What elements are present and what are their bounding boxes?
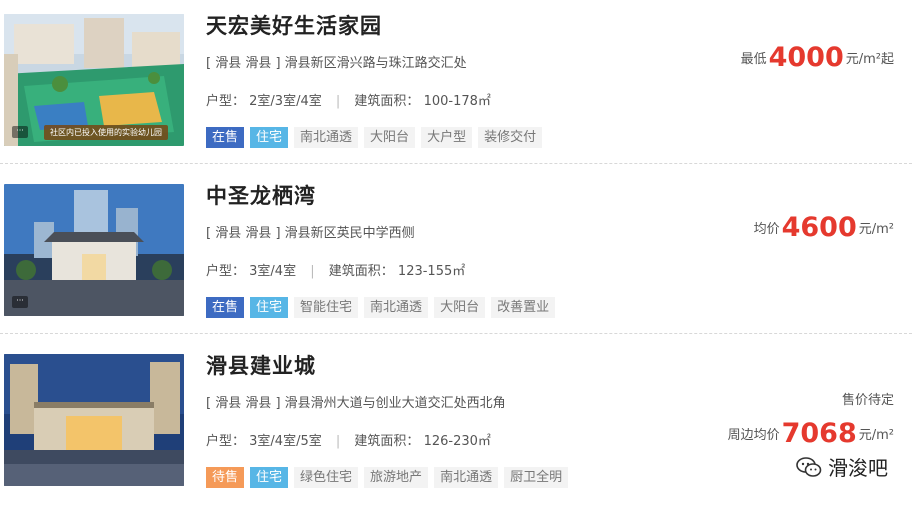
feature-tag: 大阳台: [364, 127, 416, 148]
spec-divider: |: [335, 434, 341, 449]
listing-image[interactable]: [4, 354, 184, 486]
type-badge: 住宅: [250, 467, 289, 488]
comment-icon[interactable]: ···: [12, 296, 28, 308]
price-unit: 元/m²起: [845, 52, 894, 67]
wechat-icon: [796, 456, 822, 478]
rooms-value: 2室/3室/4室: [249, 94, 322, 109]
status-badge: 待售: [206, 467, 245, 488]
listing-address: [ 滑县 滑县 ] 滑县新区英民中学西侧: [206, 226, 415, 241]
price-block: 最低4000 元/m²起: [741, 42, 894, 73]
feature-tag: 大户型: [421, 127, 473, 148]
tag-list: 在售 住宅 智能住宅 南北通透 大阳台 改善置业: [206, 297, 556, 318]
area-value: 100-178㎡: [423, 94, 491, 109]
price-value: 4600: [781, 212, 857, 243]
area-label: 建筑面积：: [328, 264, 394, 279]
feature-tag: 南北通透: [364, 297, 429, 318]
area-value: 123-155㎡: [397, 264, 466, 279]
spec-divider: |: [310, 264, 315, 279]
price-unit: 元/m²: [858, 428, 894, 443]
listing-specs: 户型： 3室/4室/5室 | 建筑面积： 126-230㎡: [206, 430, 491, 449]
rooms-value: 3室/4室/5室: [249, 434, 322, 449]
price-block: 周边均价7068 元/m²: [728, 418, 894, 449]
price-prefix: 最低: [740, 52, 767, 67]
listing-specs: 户型： 2室/3室/4室 | 建筑面积： 100-178㎡: [206, 90, 491, 109]
area-label: 建筑面积：: [354, 434, 420, 449]
listing-title[interactable]: 滑县建业城: [206, 350, 316, 380]
price-block: 均价4600 元/m²: [754, 212, 894, 243]
watermark: 滑浚吧: [796, 452, 888, 481]
feature-tag: 南北通透: [434, 467, 499, 488]
status-badge: 在售: [206, 297, 245, 318]
status-badge: 在售: [206, 127, 245, 148]
price-value: 7068: [781, 418, 857, 449]
price-note: 售价待定: [841, 393, 894, 408]
price-value: 4000: [768, 42, 844, 73]
listing-image[interactable]: ··· 社区内已投入使用的实验幼儿园: [4, 14, 184, 146]
divider: [0, 163, 912, 164]
tag-list: 待售 住宅 绿色住宅 旅游地产 南北通透 厨卫全明: [206, 467, 569, 488]
tag-list: 在售 住宅 南北通透 大阳台 大户型 装修交付: [206, 127, 543, 148]
listing-image[interactable]: ···: [4, 184, 184, 316]
type-badge: 住宅: [250, 297, 289, 318]
rooms-label: 户型：: [206, 94, 246, 109]
rooms-label: 户型：: [206, 434, 246, 449]
feature-tag: 改善置业: [491, 297, 556, 318]
divider: [0, 333, 912, 334]
rooms-label: 户型：: [206, 264, 246, 279]
price-prefix: 均价: [753, 222, 780, 237]
listing-card[interactable]: 滑县建业城 [ 滑县 滑县 ] 滑县滑州大道与创业大道交汇处西北角 户型： 3室…: [0, 340, 912, 510]
feature-tag: 旅游地产: [364, 467, 429, 488]
feature-tag: 装修交付: [478, 127, 543, 148]
listing-title[interactable]: 中圣龙栖湾: [206, 180, 316, 210]
listing-specs: 户型： 3室/4室 | 建筑面积： 123-155㎡: [206, 260, 465, 279]
watermark-text: 滑浚吧: [828, 456, 888, 480]
rooms-value: 3室/4室: [249, 264, 297, 279]
price-prefix: 周边均价: [727, 428, 780, 443]
feature-tag: 绿色住宅: [294, 467, 359, 488]
listing-title[interactable]: 天宏美好生活家园: [206, 10, 382, 40]
feature-tag: 大阳台: [434, 297, 486, 318]
feature-tag: 厨卫全明: [504, 467, 569, 488]
price-unit: 元/m²: [858, 222, 894, 237]
feature-tag: 智能住宅: [294, 297, 359, 318]
listing-address: [ 滑县 滑县 ] 滑县新区滑兴路与珠江路交汇处: [206, 56, 467, 71]
listing-card[interactable]: ··· 社区内已投入使用的实验幼儿园 天宏美好生活家园 [ 滑县 滑县 ] 滑县…: [0, 0, 912, 170]
area-value: 126-230㎡: [423, 434, 491, 449]
spec-divider: |: [335, 94, 341, 109]
image-caption: 社区内已投入使用的实验幼儿园: [44, 125, 168, 140]
type-badge: 住宅: [250, 127, 289, 148]
feature-tag: 南北通透: [294, 127, 359, 148]
listing-card[interactable]: ··· 中圣龙栖湾 [ 滑县 滑县 ] 滑县新区英民中学西侧 户型： 3室/4室…: [0, 170, 912, 340]
listing-address: [ 滑县 滑县 ] 滑县滑州大道与创业大道交汇处西北角: [206, 396, 506, 411]
comment-icon[interactable]: ···: [12, 126, 28, 138]
area-label: 建筑面积：: [354, 94, 420, 109]
